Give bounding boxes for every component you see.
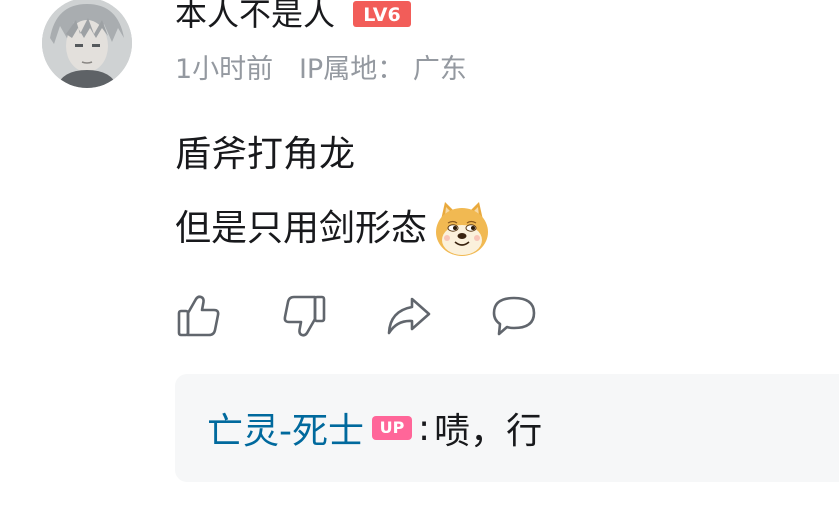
- reply-line: 亡灵-死士 UP : 啧，行: [207, 402, 542, 454]
- ip-location: 广东: [412, 54, 467, 85]
- up-badge: UP: [372, 416, 412, 440]
- comment-content: 盾斧打角龙 但是只用剑形态: [175, 126, 491, 274]
- comment-item: 本人不是人 LV6 1小时前 IP属地： 广东 盾斧打角龙 但是只用剑形态 亡灵…: [0, 0, 839, 513]
- doge-icon: [433, 200, 491, 258]
- thumbs-up-icon[interactable]: [175, 292, 223, 340]
- ip-label: IP属地：: [298, 54, 405, 85]
- avatar-image: [42, 0, 132, 88]
- level-badge-text: LV6: [363, 4, 400, 26]
- comment-icon[interactable]: [490, 292, 538, 340]
- avatar[interactable]: [42, 0, 132, 88]
- comment-meta: 1小时前 IP属地： 广东: [175, 50, 467, 90]
- comment-actions: [175, 292, 595, 340]
- level-badge-icon: LV6: [353, 1, 412, 27]
- content-text: 但是只用剑形态: [175, 208, 428, 249]
- share-icon[interactable]: [385, 292, 433, 340]
- thumbs-down-icon[interactable]: [280, 292, 328, 340]
- reply-preview[interactable]: 亡灵-死士 UP : 啧，行: [175, 374, 839, 482]
- reply-text: 啧，行: [434, 411, 543, 452]
- content-line: 盾斧打角龙: [175, 126, 491, 184]
- username-row: 本人不是人 LV6: [175, 0, 412, 36]
- reply-author[interactable]: 亡灵-死士: [207, 402, 364, 454]
- content-line: 但是只用剑形态: [175, 200, 491, 258]
- comment-time: 1小时前: [175, 54, 274, 85]
- content-text: 盾斧打角龙: [175, 134, 356, 175]
- username[interactable]: 本人不是人: [175, 0, 335, 36]
- reply-colon: :: [418, 407, 431, 449]
